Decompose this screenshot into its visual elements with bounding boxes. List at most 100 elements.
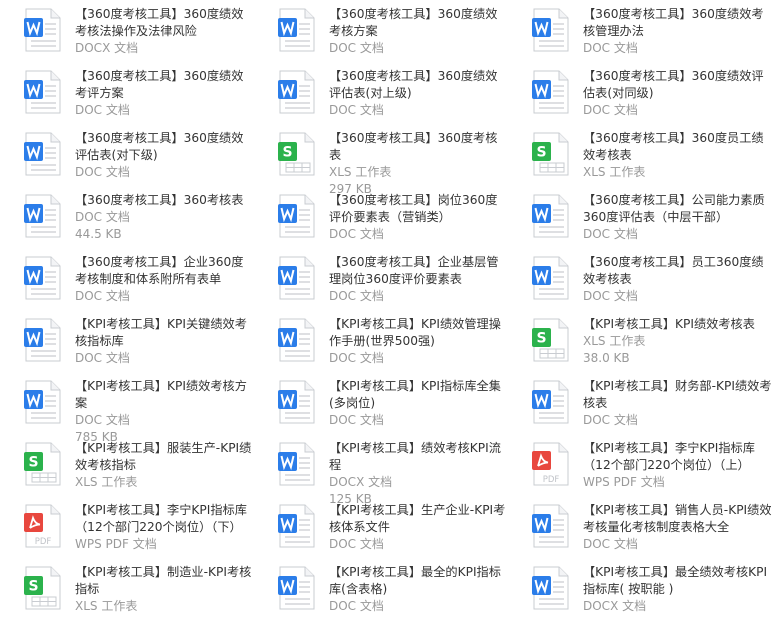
- file-title: 【KPI考核工具】李宁KPI指标库（12个部门220个岗位）（下）: [75, 503, 247, 534]
- file-info: 【360度考核工具】360度绩效考核方案 DOC 文档: [329, 4, 508, 57]
- file-item[interactable]: S 【KPI考核工具】KPI绩效考核表 XLS 工作表 38.0 KB: [508, 314, 782, 376]
- word-icon: [278, 194, 316, 238]
- file-item[interactable]: 【360度考核工具】企业360度考核制度和体系附所有表单 DOC 文档: [0, 252, 254, 314]
- file-info: 【360度考核工具】360考核表 DOC 文档 44.5 KB: [75, 190, 254, 243]
- file-item[interactable]: 【360度考核工具】360度绩效评估表(对同级) DOC 文档: [508, 66, 782, 128]
- file-item[interactable]: 【360度考核工具】员工360度绩效考核表 DOC 文档: [508, 252, 782, 314]
- file-info: 【KPI考核工具】最全绩效考核KPI指标库( 按职能 ) DOCX 文档: [583, 562, 773, 615]
- file-type: XLS 工作表: [75, 599, 138, 613]
- file-title: 【KPI考核工具】KPI绩效考核表: [583, 317, 755, 331]
- file-type: DOC 文档: [329, 103, 384, 117]
- file-type: WPS PDF 文档: [583, 475, 665, 489]
- file-type: DOC 文档: [75, 210, 130, 224]
- file-item[interactable]: 【KPI考核工具】最全的KPI指标库(含表格) DOC 文档: [254, 562, 508, 624]
- file-type: XLS 工作表: [583, 334, 646, 348]
- file-item[interactable]: 【KPI考核工具】KPI绩效管理操作手册(世界500强) DOC 文档: [254, 314, 508, 376]
- file-title: 【360度考核工具】360度绩效评估表(对下级): [75, 131, 244, 162]
- file-info: 【360度考核工具】360度绩效评估表(对同级) DOC 文档: [583, 66, 773, 119]
- file-item[interactable]: 【KPI考核工具】KPI关键绩效考核指标库 DOC 文档: [0, 314, 254, 376]
- file-item[interactable]: S 【KPI考核工具】服装生产-KPI绩效考核指标 XLS 工作表: [0, 438, 254, 500]
- word-icon: [278, 504, 316, 548]
- file-title: 【360度考核工具】岗位360度评价要素表（营销类）: [329, 193, 498, 224]
- file-title: 【KPI考核工具】KPI绩效管理操作手册(世界500强): [329, 317, 501, 348]
- file-item[interactable]: 【360度考核工具】360度绩效考核方案 DOC 文档: [254, 4, 508, 66]
- file-item[interactable]: 【360度考核工具】360度绩效评估表(对下级) DOC 文档: [0, 128, 254, 190]
- file-info: 【360度考核工具】360度绩效考评方案 DOC 文档: [75, 66, 254, 119]
- file-type: DOC 文档: [583, 227, 638, 241]
- file-item[interactable]: PDF 【KPI考核工具】李宁KPI指标库（12个部门220个岗位）（下） WPS …: [0, 500, 254, 562]
- file-info: 【360度考核工具】员工360度绩效考核表 DOC 文档: [583, 252, 773, 305]
- file-item[interactable]: S 【360度考核工具】360度考核表 XLS 工作表 297 KB: [254, 128, 508, 196]
- file-type: DOC 文档: [583, 41, 638, 55]
- file-info: 【KPI考核工具】KPI关键绩效考核指标库 DOC 文档: [75, 314, 254, 367]
- svg-text:S: S: [536, 331, 546, 347]
- file-item[interactable]: 【KPI考核工具】最全绩效考核KPI指标库( 按职能 ) DOCX 文档: [508, 562, 782, 624]
- svg-text:PDF: PDF: [543, 475, 560, 485]
- excel-icon: S: [278, 132, 316, 176]
- file-item[interactable]: 【360度考核工具】360度绩效考核管理办法 DOC 文档: [508, 4, 782, 66]
- file-info: 【KPI考核工具】制造业-KPI考核指标 XLS 工作表: [75, 562, 254, 615]
- file-info: 【360度考核工具】360度绩效考核法操作及法律风险 DOCX 文档: [75, 4, 254, 57]
- file-type: DOC 文档: [329, 289, 384, 303]
- file-item[interactable]: 【360度考核工具】岗位360度评价要素表（营销类） DOC 文档: [254, 190, 508, 252]
- file-info: 【KPI考核工具】最全的KPI指标库(含表格) DOC 文档: [329, 562, 508, 615]
- file-title: 【KPI考核工具】最全绩效考核KPI指标库( 按职能 ): [583, 565, 768, 596]
- file-info: 【360度考核工具】360度绩效评估表(对上级) DOC 文档: [329, 66, 508, 119]
- file-title: 【KPI考核工具】财务部-KPI绩效考核表: [583, 379, 772, 410]
- file-title: 【KPI考核工具】销售人员-KPI绩效考核量化考核制度表格大全: [583, 503, 772, 534]
- file-item[interactable]: 【360度考核工具】企业基层管理岗位360度评价要素表 DOC 文档: [254, 252, 508, 314]
- svg-text:S: S: [28, 455, 38, 471]
- file-info: 【360度考核工具】企业基层管理岗位360度评价要素表 DOC 文档: [329, 252, 508, 305]
- word-icon: [532, 70, 570, 114]
- file-info: 【KPI考核工具】财务部-KPI绩效考核表 DOC 文档: [583, 376, 773, 429]
- file-grid: 【360度考核工具】360度绩效考核法操作及法律风险 DOCX 文档 【360度考核…: [0, 0, 782, 631]
- file-info: 【KPI考核工具】李宁KPI指标库（12个部门220个岗位）（下） WPS PDF…: [75, 500, 254, 553]
- word-icon: [24, 132, 62, 176]
- file-item[interactable]: 【KPI考核工具】生产企业-KPI考核体系文件 DOC 文档: [254, 500, 508, 562]
- word-icon: [278, 256, 316, 300]
- file-info: 【360度考核工具】360度绩效评估表(对下级) DOC 文档: [75, 128, 254, 181]
- word-icon: [278, 566, 316, 610]
- file-item[interactable]: 【360度考核工具】360度绩效考核法操作及法律风险 DOCX 文档: [0, 4, 254, 66]
- file-type: DOC 文档: [75, 103, 130, 117]
- word-icon: [278, 318, 316, 362]
- file-info: 【KPI考核工具】KPI绩效考核方案 DOC 文档 785 KB: [75, 376, 254, 446]
- file-title: 【360度考核工具】公司能力素质360度评估表（中层干部）: [583, 193, 765, 224]
- excel-icon: S: [24, 442, 62, 486]
- file-title: 【360度考核工具】360度绩效考核法操作及法律风险: [75, 7, 244, 38]
- pdf-icon: PDF: [532, 442, 570, 486]
- file-title: 【KPI考核工具】制造业-KPI考核指标: [75, 565, 252, 596]
- word-icon: [24, 318, 62, 362]
- file-item[interactable]: S 【360度考核工具】360度员工绩效考核表 XLS 工作表: [508, 128, 782, 190]
- file-type: DOC 文档: [329, 413, 384, 427]
- file-item[interactable]: 【360度考核工具】360度绩效考评方案 DOC 文档: [0, 66, 254, 128]
- pdf-icon: PDF: [24, 504, 62, 548]
- file-item[interactable]: 【KPI考核工具】销售人员-KPI绩效考核量化考核制度表格大全 DOC 文档: [508, 500, 782, 562]
- file-item[interactable]: PDF 【KPI考核工具】李宁KPI指标库（12个部门220个岗位）（上） WPS …: [508, 438, 782, 500]
- file-item[interactable]: 【360度考核工具】360考核表 DOC 文档 44.5 KB: [0, 190, 254, 252]
- file-type: DOC 文档: [75, 289, 130, 303]
- file-item[interactable]: 【KPI考核工具】绩效考核KPI流程 DOCX 文档 125 KB: [254, 438, 508, 506]
- file-size: 44.5 KB: [75, 227, 122, 241]
- file-type: DOC 文档: [75, 413, 130, 427]
- file-item[interactable]: 【KPI考核工具】KPI指标库全集(多岗位) DOC 文档: [254, 376, 508, 438]
- file-type: DOC 文档: [75, 165, 130, 179]
- file-type: DOC 文档: [329, 41, 384, 55]
- file-type: DOC 文档: [329, 351, 384, 365]
- file-title: 【360度考核工具】企业360度考核制度和体系附所有表单: [75, 255, 244, 286]
- file-info: 【360度考核工具】公司能力素质360度评估表（中层干部） DOC 文档: [583, 190, 773, 243]
- file-type: DOCX 文档: [75, 41, 139, 55]
- file-item[interactable]: S 【KPI考核工具】制造业-KPI考核指标 XLS 工作表: [0, 562, 254, 624]
- file-item[interactable]: 【KPI考核工具】财务部-KPI绩效考核表 DOC 文档: [508, 376, 782, 438]
- file-type: DOC 文档: [329, 537, 384, 551]
- svg-text:S: S: [536, 145, 546, 161]
- word-icon: [278, 70, 316, 114]
- word-icon: [24, 8, 62, 52]
- file-item[interactable]: 【360度考核工具】公司能力素质360度评估表（中层干部） DOC 文档: [508, 190, 782, 252]
- file-item[interactable]: 【360度考核工具】360度绩效评估表(对上级) DOC 文档: [254, 66, 508, 128]
- file-type: DOC 文档: [75, 351, 130, 365]
- word-icon: [278, 8, 316, 52]
- word-icon: [278, 442, 316, 486]
- file-info: 【360度考核工具】360度考核表 XLS 工作表 297 KB: [329, 128, 508, 198]
- file-item[interactable]: 【KPI考核工具】KPI绩效考核方案 DOC 文档 785 KB: [0, 376, 254, 444]
